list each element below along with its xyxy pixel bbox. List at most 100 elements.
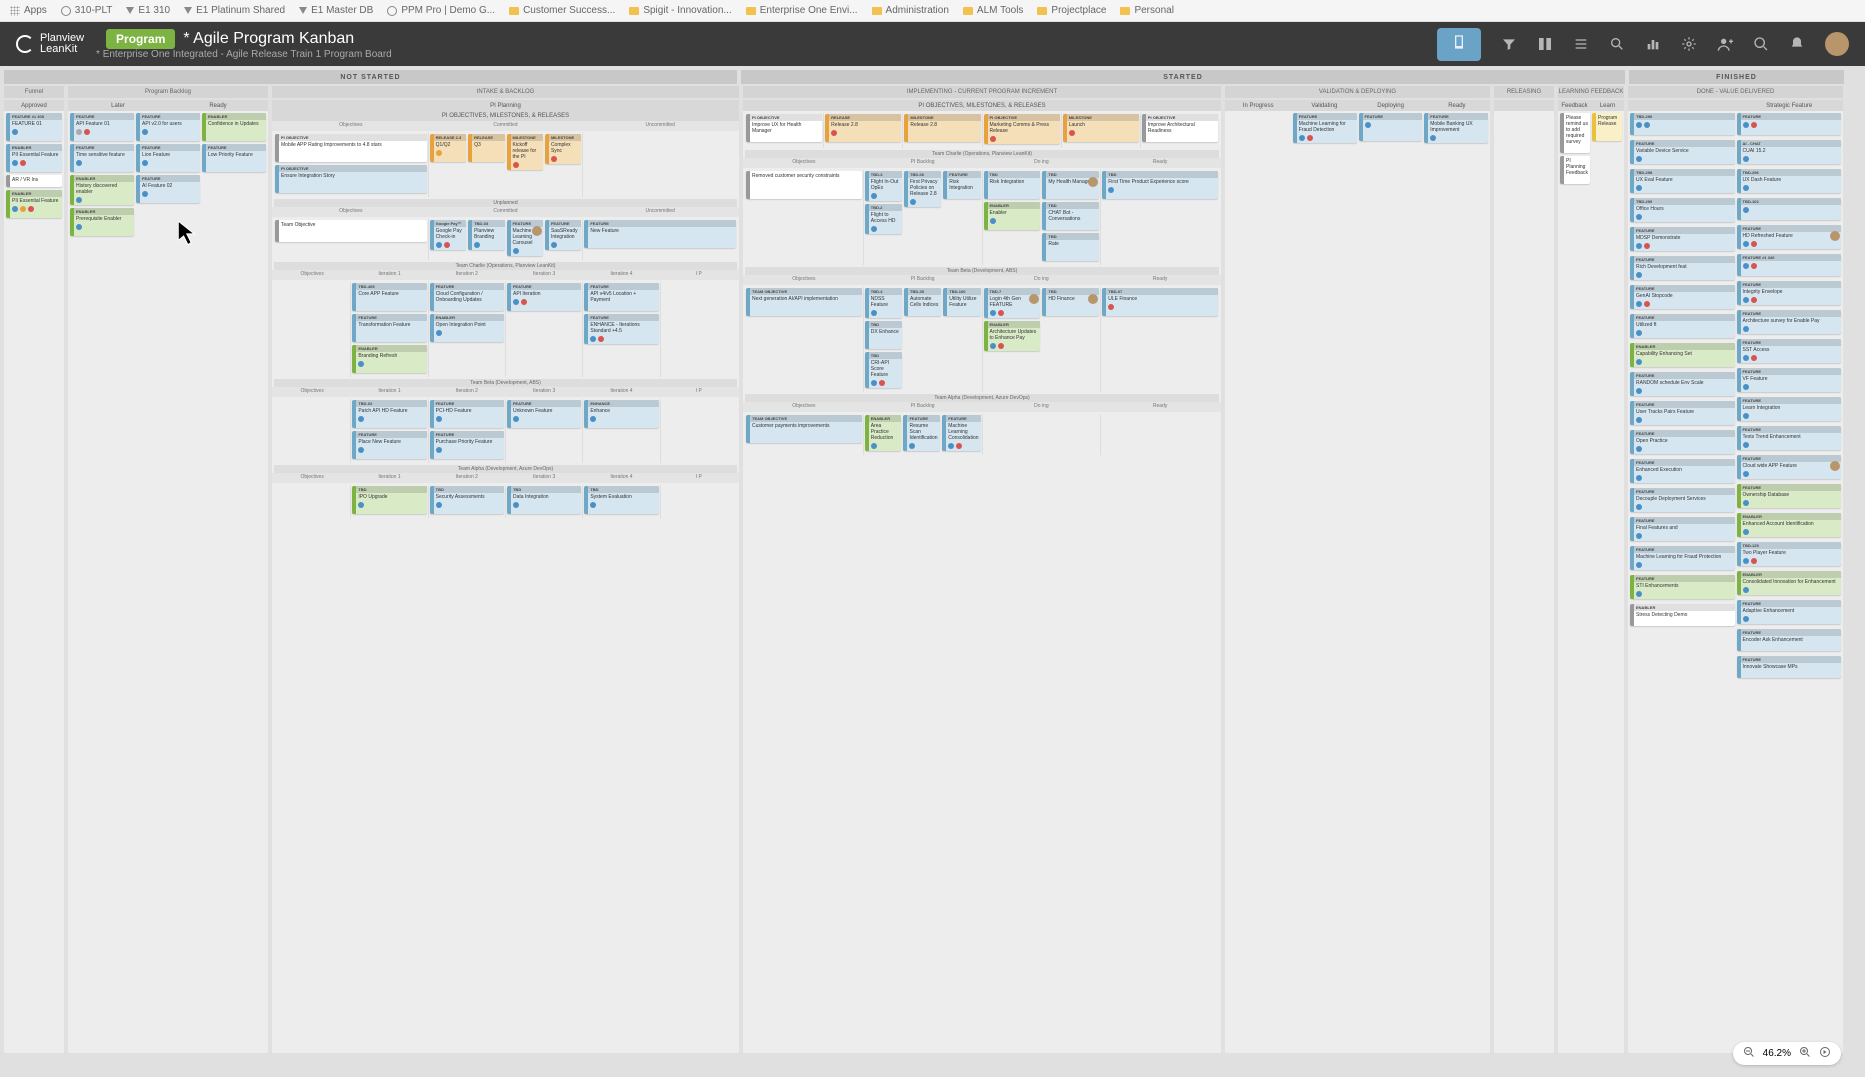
card[interactable]: FEATUREOpen Practice — [1630, 430, 1735, 454]
card[interactable]: FEATUREMachine Learning for Fraud Protec… — [1630, 546, 1735, 570]
card[interactable]: TBD-125Two Player Feature — [1737, 542, 1842, 566]
card[interactable]: TBD-299Office Hours — [1630, 198, 1735, 222]
subcol-committed[interactable]: Committed — [427, 121, 586, 131]
card[interactable]: FEATURERisk Integration — [943, 171, 980, 199]
card[interactable]: FEATUREMachine Learning Carousel — [507, 220, 543, 256]
team-alpha-header[interactable]: Team Alpha (Development, Azure DevOps) — [274, 465, 737, 473]
card[interactable]: AI - CHATCUAI 15.2 — [1737, 140, 1842, 164]
col-header-pi-planning[interactable]: PI Planning — [272, 100, 739, 111]
card[interactable]: FEATUREPlace New Feature — [352, 431, 426, 459]
card[interactable]: FEATUREInnovate Showcase MPs — [1737, 656, 1842, 678]
card[interactable]: TBD-100Utility Utilize Feature — [943, 288, 980, 316]
card[interactable]: TBD-2Flight to Access HD — [865, 204, 902, 234]
card[interactable]: Removed customer security constraints — [746, 171, 862, 199]
card[interactable]: FEATURERANDOM schedule Env Scale — [1630, 372, 1735, 396]
card[interactable]: FEATUREAI Feature 02 — [136, 175, 200, 203]
card[interactable]: TBD-298UX Eval Feature — [1630, 169, 1735, 193]
card[interactable]: TBDDX Enhance — [865, 321, 902, 349]
card[interactable]: TEAM OBJECTIVENext generation AI/API imp… — [746, 288, 862, 316]
card[interactable]: TBDCHAT Bot - Conversations — [1042, 202, 1099, 230]
card[interactable]: ENABLERConfidence in Updates — [202, 113, 266, 141]
card[interactable]: ENABLEREnhanced Account Identification — [1737, 513, 1842, 537]
card[interactable]: PI OBJECTIVEImprove Architectural Readin… — [1142, 114, 1218, 142]
card[interactable]: TBD-296UX Dash Feature — [1737, 169, 1842, 193]
col-funnel[interactable]: Funnel — [4, 86, 64, 98]
card[interactable]: MILESTONEComplex Sync — [545, 134, 581, 164]
card[interactable]: PI OBJECTIVEEnsure Integration Story — [275, 165, 427, 193]
card[interactable]: FEATUREVariable Device Service — [1630, 140, 1735, 164]
card[interactable]: FEATURE #1 340 — [1737, 254, 1842, 276]
subcol-objectives[interactable]: Objectives — [272, 121, 431, 131]
card[interactable]: ENABLERStress Detecting Demo — [1630, 604, 1735, 626]
col-header-validating[interactable]: Validating — [1291, 100, 1357, 111]
card[interactable]: TBD-3Flight In-Out OpEx — [865, 171, 902, 201]
card[interactable]: TBDFirst Time Product Experience score — [1102, 171, 1218, 199]
card[interactable]: FEATUREAPI Iteration — [507, 283, 581, 311]
browser-tab-e1master[interactable]: E1 Master DB — [299, 5, 373, 16]
layout-button[interactable] — [1537, 36, 1553, 52]
search-button[interactable] — [1753, 36, 1769, 52]
card[interactable]: FEATUREUnknown Feature — [507, 400, 581, 428]
logo[interactable]: Planview LeanKit — [16, 33, 84, 55]
team-charlie-header[interactable]: Team Charlie (Operations, Planview LeanK… — [274, 262, 737, 270]
search-settings-button[interactable] — [1609, 36, 1625, 52]
card[interactable]: FEATUREDecouple Deployment Services — [1630, 488, 1735, 512]
card[interactable]: FEATUREUser Tracks Pairs Feature — [1630, 401, 1735, 425]
phase-not-started[interactable]: NOT STARTED — [4, 70, 737, 84]
card[interactable]: FEATUREEncoder Ask Enhancement — [1737, 629, 1842, 651]
browser-tab-projectplace[interactable]: Projectplace — [1037, 5, 1106, 16]
card[interactable]: FEATURETests Trend Enhancement — [1737, 426, 1842, 450]
subphase-releasing[interactable]: RELEASING — [1494, 86, 1554, 98]
card[interactable]: ENABLERPII Essential Feature — [6, 190, 62, 218]
card[interactable]: TBD-405Core APP Feature — [352, 283, 426, 311]
browser-tab-ppmpro[interactable]: PPM Pro | Demo G... — [387, 5, 495, 16]
card[interactable]: FEATURELion Feature — [136, 144, 200, 172]
card[interactable]: TBDMy Health Manager — [1042, 171, 1099, 199]
card[interactable]: FEATURENew Feature — [584, 220, 736, 248]
card[interactable]: TBDSecurity Assessments — [430, 486, 504, 514]
add-user-button[interactable] — [1717, 36, 1733, 52]
subphase-learning[interactable]: LEARNING FEEDBACK — [1558, 86, 1624, 98]
card[interactable]: FEATUREHD Refreshed Feature — [1737, 225, 1842, 249]
card[interactable]: FEATURETransformation Feature — [352, 314, 426, 342]
card[interactable]: ENHANCEEnhance — [584, 400, 658, 428]
team-alpha-impl[interactable]: Team Alpha (Development, Azure DevOps) — [745, 394, 1219, 402]
card[interactable]: FEATURESaaSReady Integration — [545, 220, 581, 250]
card[interactable]: TBD-102 — [1737, 198, 1842, 220]
card[interactable]: TBDHD Finance — [1042, 288, 1099, 316]
browser-tab-alm[interactable]: ALM Tools — [963, 5, 1024, 16]
card[interactable]: FEATUREIntegrity Envelope — [1737, 281, 1842, 305]
col-header-strategic[interactable]: Strategic Feature — [1736, 100, 1844, 111]
card[interactable]: FEATURECloud wide APP Feature — [1737, 455, 1842, 479]
subphase-done[interactable]: DONE - VALUE DELIVERED — [1628, 86, 1843, 98]
card[interactable]: FEATUREEnhanced Execution — [1630, 459, 1735, 483]
browser-tab-admin[interactable]: Administration — [872, 5, 949, 16]
card[interactable]: PI OBJECTIVEMarketing Comms & Press Rele… — [984, 114, 1060, 144]
card[interactable]: TBD-290 — [1630, 113, 1735, 135]
card[interactable]: FEATUREAdaptive Enhancement — [1737, 600, 1842, 624]
card[interactable]: ENABLEREnabler — [984, 202, 1041, 230]
team-charlie-impl[interactable]: Team Charlie (Operations, Planview LeanK… — [745, 150, 1219, 158]
card[interactable]: ENABLERConsolidated Innovation for Enhan… — [1737, 571, 1842, 595]
card[interactable]: TBD-07ULE Finance — [1102, 288, 1218, 316]
col-header-done1[interactable] — [1628, 100, 1736, 111]
col-header-learn[interactable]: Learn — [1591, 100, 1624, 111]
browser-tab-e1platinum[interactable]: E1 Platinum Shared — [184, 5, 285, 16]
team-beta-impl[interactable]: Team Beta (Development, ABS) — [745, 267, 1219, 275]
subphase-implementing[interactable]: IMPLEMENTING - CURRENT PROGRAM INCREMENT — [743, 86, 1221, 98]
card[interactable]: FEATURETime sensitive feature — [70, 144, 134, 172]
card[interactable]: RELEASERelease 2.8 — [825, 114, 901, 142]
col-header-ready3[interactable]: Ready — [1424, 100, 1490, 111]
browser-tab-apps[interactable]: Apps — [10, 5, 47, 16]
subphase-validation[interactable]: VALIDATION & DEPLOYING — [1225, 86, 1490, 98]
card[interactable]: ENABLERBranding Refresh — [352, 345, 426, 373]
browser-tab-personal[interactable]: Personal — [1120, 5, 1173, 16]
card[interactable]: ENABLERPII Essential Feature — [6, 144, 62, 172]
program-badge[interactable]: Program — [106, 29, 175, 49]
card[interactable]: TBD-4NDSS Feature — [865, 288, 902, 318]
card[interactable]: ENABLEROpen Integration Point — [430, 314, 504, 342]
card[interactable]: FEATUREMachine Learning Consolidation — [942, 415, 980, 451]
card[interactable]: Team Objective — [275, 220, 427, 242]
card[interactable]: FEATUREPurchase Priority Feature — [430, 431, 504, 459]
card[interactable]: PI OBJECTIVEImprove UX for Health Manage… — [746, 114, 822, 142]
